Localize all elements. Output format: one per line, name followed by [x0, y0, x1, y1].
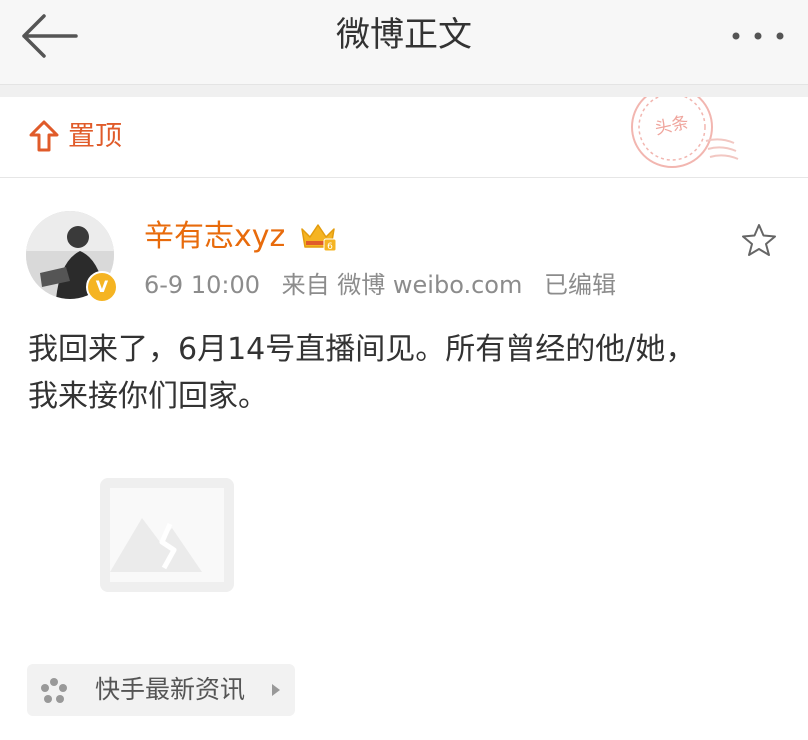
pinned-row: 置顶 头条: [0, 97, 808, 178]
post-text-line: 我回来了，6月14号直播间见。所有曾经的他/她，: [28, 332, 696, 367]
topic-tag[interactable]: 快手最新资讯: [27, 664, 295, 716]
top-nav-bar: 微博正文: [0, 0, 808, 85]
post-source: 来自 微博 weibo.com: [281, 271, 523, 299]
stamp-icon: 头条: [631, 97, 739, 168]
svg-text:6: 6: [327, 242, 333, 252]
star-icon[interactable]: [740, 222, 778, 258]
verified-badge: V: [86, 271, 118, 303]
post-text: 我回来了，6月14号直播间见。所有曾经的他/她， 我来接你们回家。: [28, 326, 788, 420]
chevron-right-icon: [272, 684, 280, 696]
edited-label[interactable]: 已编辑: [544, 271, 616, 299]
pinned-label: 置顶: [68, 121, 122, 152]
kuaishou-icon: [41, 678, 67, 703]
section-divider: [0, 85, 808, 97]
author-name[interactable]: 辛有志xyz: [144, 216, 285, 258]
image-placeholder-icon[interactable]: [98, 476, 236, 594]
post-timestamp: 6-9 10:00: [144, 271, 260, 299]
post-text-line: 我来接你们回家。: [28, 379, 268, 414]
tag-label: 快手最新资讯: [95, 675, 246, 704]
post-meta: 6-9 10:00 来自 微博 weibo.com 已编辑: [144, 268, 630, 302]
crown-icon: 6: [301, 224, 337, 252]
pin-top-icon: [29, 120, 59, 152]
more-icon[interactable]: [730, 26, 786, 46]
page-title: 微博正文: [336, 15, 472, 55]
stamp-text: 头条: [653, 113, 690, 140]
